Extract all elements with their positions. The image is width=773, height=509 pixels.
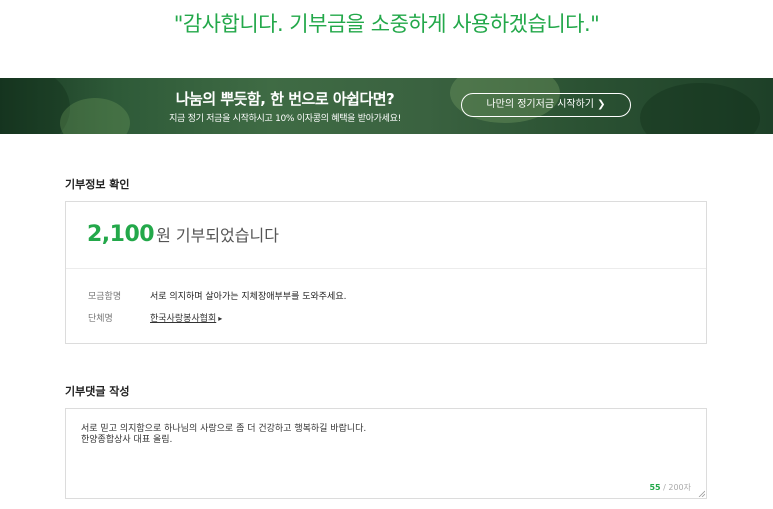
banner-foliage bbox=[640, 83, 760, 134]
donation-info-title: 기부정보 확인 bbox=[65, 178, 130, 191]
organization-link[interactable]: 한국사랑봉사협회 bbox=[150, 314, 216, 324]
thanks-message: "감사합니다. 기부금을 소중하게 사용하겠습니다." bbox=[173, 12, 600, 36]
fundraiser-label: 모금함명 bbox=[88, 292, 122, 302]
fundraiser-value: 서로 의지하며 살아가는 지체장애부부를 도와주세요. bbox=[150, 292, 347, 302]
counter-current: 55 bbox=[649, 483, 661, 492]
regular-saving-banner[interactable]: 나눔의 뿌듯함, 한 번으로 아쉽다면? 지금 정기 저금을 시작하시고 10%… bbox=[0, 78, 773, 134]
comment-textarea[interactable]: 서로 믿고 의지함으로 하나님의 사랑으로 좀 더 건강하고 행복하길 바랍니다… bbox=[65, 408, 707, 499]
divider bbox=[66, 268, 706, 269]
counter-max: / 200자 bbox=[660, 483, 691, 492]
resize-handle-icon[interactable] bbox=[698, 490, 705, 497]
banner-title: 나눔의 뿌듯함, 한 번으로 아쉽다면? bbox=[175, 90, 395, 108]
arrow-right-icon: ▸ bbox=[218, 314, 223, 323]
character-counter: 55 / 200자 bbox=[649, 482, 691, 493]
donation-info-box: 2,100 원 기부되었습니다 모금함명 서로 의지하며 살아가는 지체장애부부를 … bbox=[65, 201, 707, 344]
comment-section-title: 기부댓글 작성 bbox=[65, 385, 130, 398]
fundraiser-row: 모금함명 서로 의지하며 살아가는 지체장애부부를 도와주세요. bbox=[88, 289, 346, 302]
amount-suffix: 원 기부되었습니다 bbox=[156, 226, 279, 245]
organization-label: 단체명 bbox=[88, 314, 113, 324]
amount-value: 2,100 bbox=[87, 222, 155, 247]
start-regular-saving-button[interactable]: 나만의 정기저금 시작하기 ❯ bbox=[461, 93, 631, 117]
comment-text: 서로 믿고 의지함으로 하나님의 사랑으로 좀 더 건강하고 행복하길 바랍니다… bbox=[81, 424, 367, 445]
organization-row: 단체명 한국사랑봉사협회 ▸ bbox=[88, 311, 222, 324]
donation-amount: 2,100 원 기부되었습니다 bbox=[87, 222, 279, 247]
banner-subtitle: 지금 정기 저금을 시작하시고 10% 이자콩의 혜택을 받아가세요! bbox=[169, 114, 401, 124]
